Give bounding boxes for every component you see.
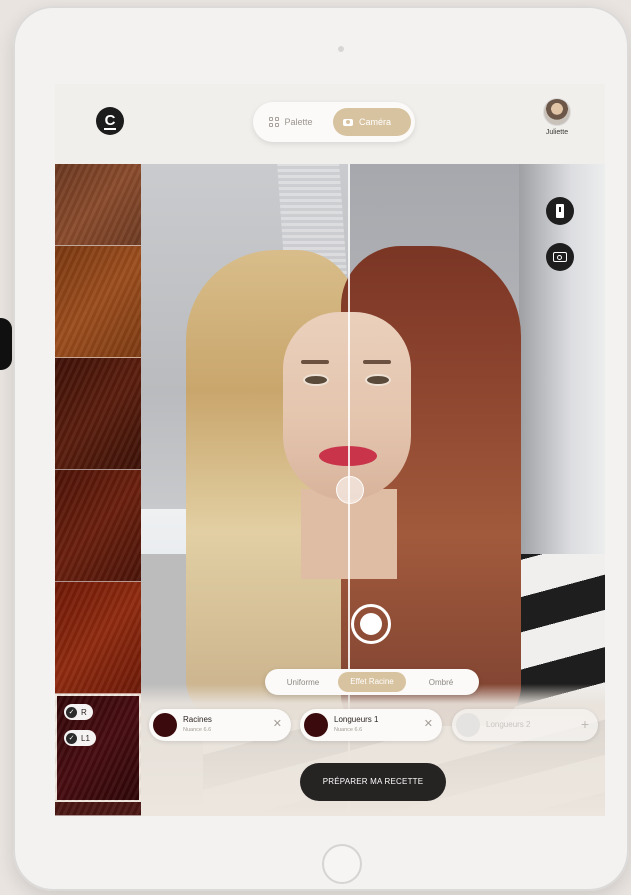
face bbox=[283, 312, 411, 500]
mode-toggle: Palette Caméra bbox=[253, 102, 415, 142]
flip-camera-icon bbox=[553, 252, 567, 262]
eyebrow bbox=[301, 360, 329, 364]
plus-icon[interactable]: + bbox=[581, 716, 589, 732]
slot-color-swatch bbox=[456, 713, 480, 737]
user-profile[interactable]: Juliette bbox=[535, 98, 579, 136]
effect-racine[interactable]: Effet Racine bbox=[338, 672, 406, 692]
flip-camera-button[interactable] bbox=[546, 243, 574, 271]
check-icon: ✓ bbox=[66, 706, 77, 718]
capture-button-inner bbox=[360, 613, 382, 635]
color-swatch[interactable] bbox=[55, 164, 141, 246]
length-chip: ✓ L1 bbox=[64, 730, 96, 746]
alert-button[interactable] bbox=[546, 197, 574, 225]
slot-title: Longueurs 1 bbox=[334, 715, 379, 724]
eye bbox=[365, 374, 391, 386]
grid-icon bbox=[269, 117, 279, 127]
eyebrow bbox=[363, 360, 391, 364]
tab-camera-label: Caméra bbox=[359, 117, 392, 127]
alert-icon bbox=[556, 204, 564, 218]
user-name: Juliette bbox=[545, 129, 569, 136]
tab-palette[interactable]: Palette bbox=[261, 108, 333, 136]
color-swatch[interactable] bbox=[55, 582, 141, 694]
slot-longueurs-1[interactable]: Longueurs 1 Nuance 6.6 ✕ bbox=[300, 709, 442, 741]
slot-subtitle: Nuance 6.6 bbox=[183, 727, 212, 733]
slot-color-swatch bbox=[304, 713, 328, 737]
avatar[interactable] bbox=[543, 98, 571, 126]
close-icon[interactable]: ✕ bbox=[273, 718, 282, 730]
slot-longueurs-2[interactable]: Longueurs 2 + bbox=[452, 709, 598, 741]
effect-selector: Uniforme Effet Racine Ombré bbox=[265, 669, 479, 695]
eye bbox=[303, 374, 329, 386]
background-shadow bbox=[0, 318, 12, 370]
capture-button[interactable] bbox=[351, 604, 391, 644]
front-camera bbox=[338, 46, 344, 52]
logo-underline bbox=[104, 128, 116, 130]
slot-racines[interactable]: Racines Nuance 6.6 ✕ bbox=[149, 709, 291, 741]
check-icon: ✓ bbox=[66, 732, 77, 744]
tab-palette-label: Palette bbox=[284, 117, 313, 127]
color-swatch-selected[interactable]: ✓ R ✓ L1 bbox=[55, 694, 141, 802]
effect-ombre[interactable]: Ombré bbox=[407, 678, 475, 687]
effect-uniforme[interactable]: Uniforme bbox=[269, 678, 337, 687]
swatch-column: ✓ R ✓ L1 bbox=[55, 164, 141, 816]
color-swatch[interactable] bbox=[55, 802, 141, 816]
slot-subtitle: Nuance 6.6 bbox=[334, 727, 363, 733]
camera-icon bbox=[343, 118, 353, 126]
slot-title: Racines bbox=[183, 715, 212, 724]
color-swatch[interactable] bbox=[55, 246, 141, 358]
top-bar: C Palette Caméra Juliette bbox=[55, 84, 605, 164]
camera-preview: Uniforme Effet Racine Ombré Racines Nuan… bbox=[141, 164, 605, 816]
home-button[interactable] bbox=[322, 844, 362, 884]
root-chip: ✓ R bbox=[64, 704, 93, 720]
brand-logo[interactable]: C bbox=[96, 107, 124, 135]
color-swatch[interactable] bbox=[55, 470, 141, 582]
slot-color-swatch bbox=[153, 713, 177, 737]
tablet-frame: C Palette Caméra Juliette ✓ R ✓ L1 Unifo… bbox=[13, 6, 629, 891]
close-icon[interactable]: ✕ bbox=[424, 718, 433, 730]
tab-camera[interactable]: Caméra bbox=[333, 108, 411, 136]
color-swatch[interactable] bbox=[55, 358, 141, 470]
compare-slider-handle[interactable] bbox=[336, 476, 364, 504]
prepare-recipe-button[interactable]: PRÉPARER MA RECETTE bbox=[300, 763, 446, 801]
length-chip-label: L1 bbox=[81, 733, 90, 743]
app-screen: C Palette Caméra Juliette ✓ R ✓ L1 Unifo… bbox=[55, 84, 605, 816]
slot-title: Longueurs 2 bbox=[486, 720, 531, 729]
root-chip-label: R bbox=[81, 707, 87, 717]
